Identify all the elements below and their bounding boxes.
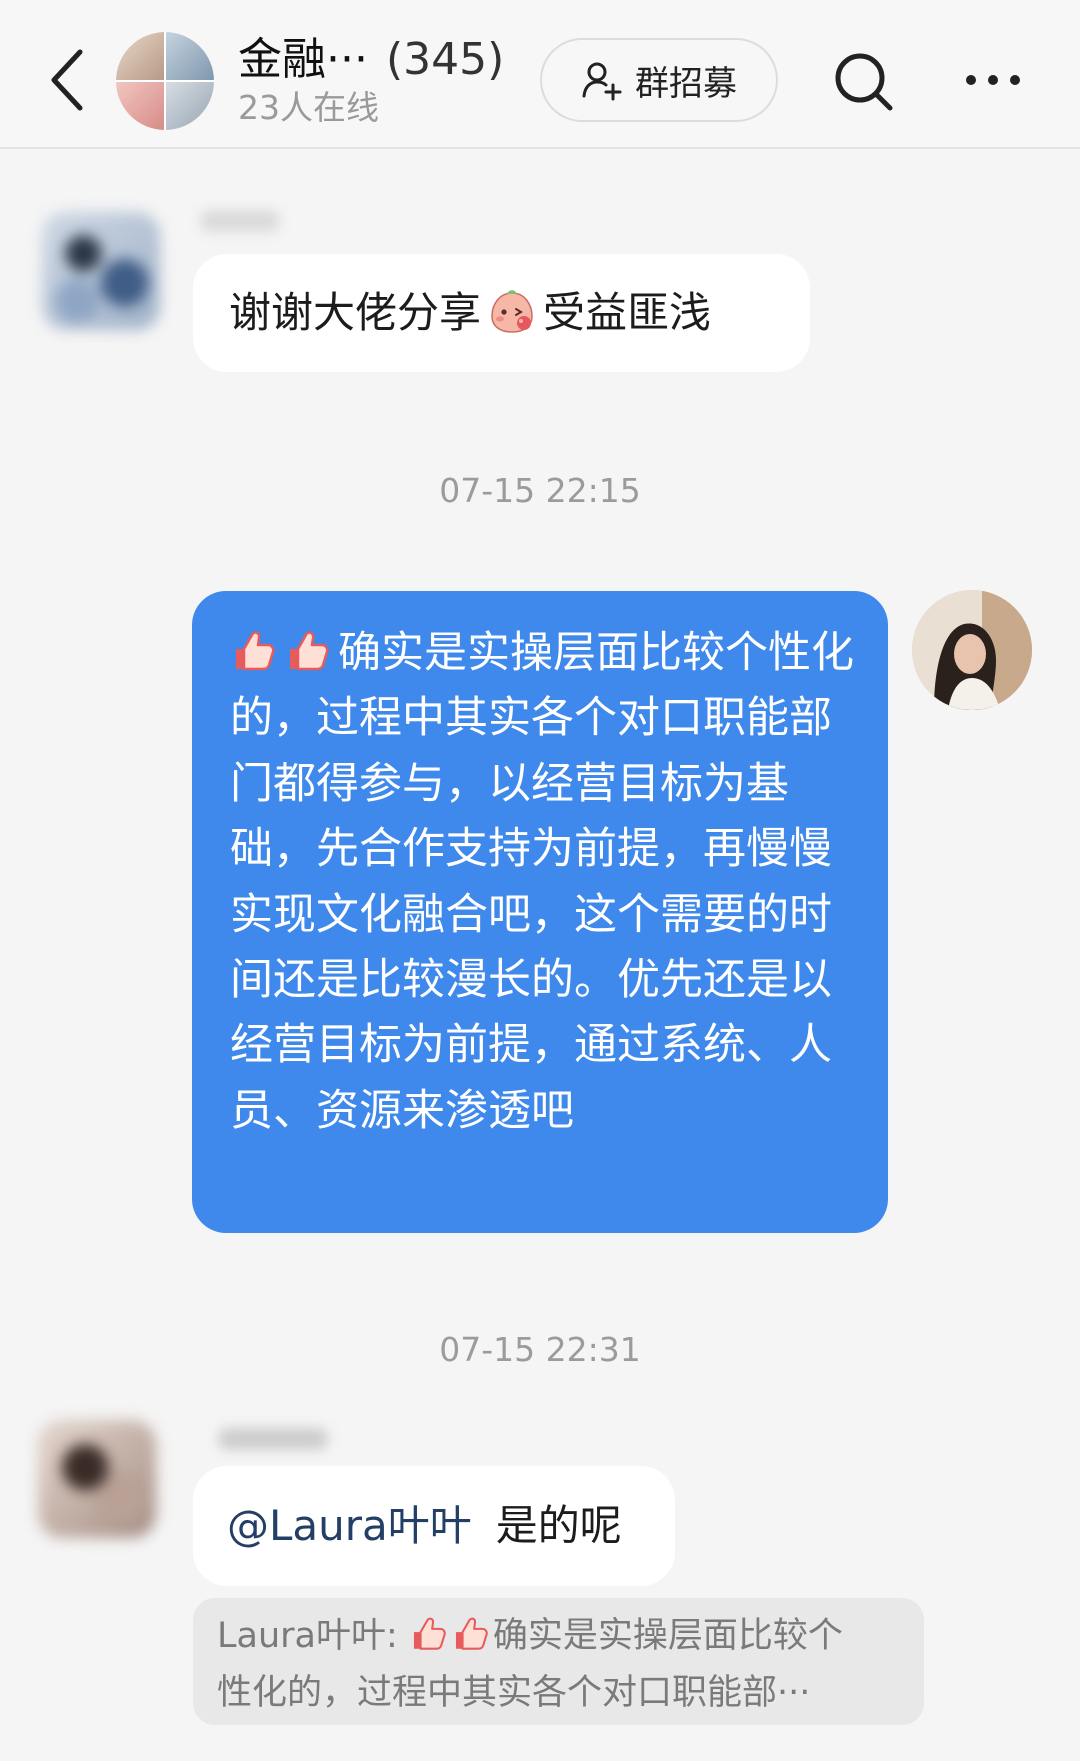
thumbs-up-emoji-icon [455,1617,488,1650]
group-avatar[interactable] [116,32,214,130]
my-avatar[interactable] [912,590,1032,710]
sender-name-blurred [200,210,280,232]
group-recruit-button[interactable]: 群招募 [540,38,778,122]
message-text: 谢谢大佬分享 [229,288,482,337]
my-message-bubble[interactable]: 确实是实操层面比较个性化的，过程中其实各个对口职能部门都得参与，以经营目标为基础… [192,591,888,1233]
back-arrow-icon[interactable] [44,44,94,116]
my-message-text: 确实是实操层面比较个性化的，过程中其实各个对口职能部门都得参与，以经营目标为基础… [230,628,854,1136]
group-title[interactable]: 金融··· (345) [238,30,504,90]
more-options-icon[interactable] [960,58,1026,102]
message-bubble[interactable]: @Laura叶叶 是的呢 [193,1466,675,1586]
thumbs-up-emoji-icon [413,1617,446,1650]
add-user-icon [582,62,622,101]
avatar-photo [912,590,1032,710]
quote-text: 确实是实操层面比较个 [492,1616,843,1656]
online-count: 23人在线 [238,88,379,127]
quote-author: Laura叶叶: [217,1616,398,1656]
quoted-message[interactable]: Laura叶叶: 确实是实操层面比较个 性化的，过程中其实各个对口职能部··· [193,1598,924,1725]
sender-avatar[interactable] [38,1420,156,1538]
search-icon[interactable] [830,48,898,116]
group-name: 金融··· [238,34,368,85]
quote-line: Laura叶叶: 确实是实操层面比较个 [217,1608,894,1665]
blushing-face-emoji-icon [491,290,533,333]
chat-header: 金融··· (345) 23人在线 群招募 [0,0,1080,149]
thumbs-up-emoji-icon [290,631,329,671]
thumbs-up-emoji-icon [236,631,275,671]
quote-line: 性化的，过程中其实各个对口职能部··· [217,1673,811,1713]
recruit-label: 群招募 [635,63,737,104]
message-bubble[interactable]: 谢谢大佬分享 受益匪浅 [193,254,810,372]
message-text: 是的呢 [495,1501,622,1550]
timestamp: 07-15 22:31 [439,1330,641,1369]
timestamp: 07-15 22:15 [439,471,641,510]
sender-name-blurred [218,1428,328,1450]
message-text-continued: 受益匪浅 [543,288,712,337]
member-count: (345) [385,34,505,85]
sender-avatar[interactable] [42,212,160,330]
mention-link[interactable]: @Laura叶叶 [227,1501,472,1550]
